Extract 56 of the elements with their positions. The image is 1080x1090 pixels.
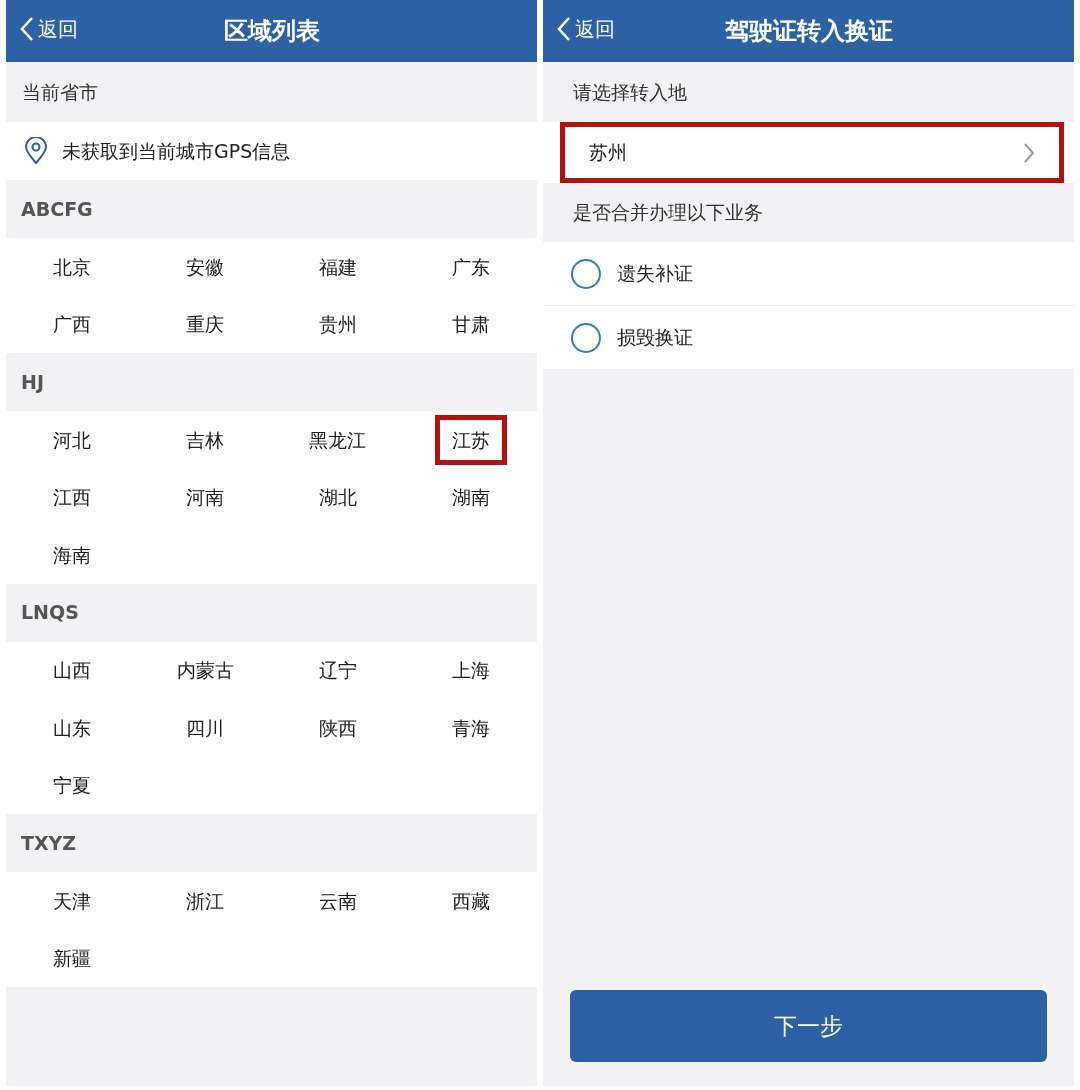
province-item[interactable]: 天津 xyxy=(36,875,109,926)
province-item[interactable]: 上海 xyxy=(434,645,507,696)
province-item[interactable]: 黑龙江 xyxy=(292,414,384,465)
back-chevron-icon xyxy=(20,16,34,42)
next-button[interactable]: 下一步 xyxy=(570,990,1047,1062)
province-item[interactable]: 重庆 xyxy=(169,299,242,350)
group-letters: TXYZ xyxy=(21,830,77,856)
group-letters: ABCFG xyxy=(21,196,93,222)
province-item[interactable]: 广东 xyxy=(434,241,507,292)
province-item[interactable]: 辽宁 xyxy=(301,645,374,696)
province-item[interactable]: 浙江 xyxy=(169,875,242,926)
province-item[interactable]: 山西 xyxy=(36,645,109,696)
section-label: 当前省市 xyxy=(22,79,98,105)
gps-row[interactable]: 未获取到当前城市GPS信息 xyxy=(6,122,537,180)
province-item[interactable]: 北京 xyxy=(36,241,109,292)
province-item[interactable]: 云南 xyxy=(301,875,374,926)
page-title: 驾驶证转入换证 xyxy=(724,16,893,47)
option-row[interactable]: 遗失补证 xyxy=(543,242,1074,306)
group-letters: LNQS xyxy=(21,600,79,626)
province-item[interactable]: 湖南 xyxy=(434,472,507,523)
back-button[interactable]: 返回 xyxy=(20,14,78,44)
province-item[interactable]: 福建 xyxy=(301,241,374,292)
province-item[interactable]: 海南 xyxy=(36,529,109,580)
option-label: 损毁换证 xyxy=(617,325,693,351)
location-pin-icon xyxy=(24,137,48,165)
province-item[interactable]: 青海 xyxy=(434,702,507,753)
radio-button[interactable] xyxy=(571,322,601,353)
destination-select[interactable]: 苏州 xyxy=(560,122,1064,183)
chevron-icon xyxy=(1023,141,1035,164)
province-item[interactable]: 吉林 xyxy=(169,414,242,465)
province-item[interactable]: 安徽 xyxy=(169,241,242,292)
back-chevron-icon xyxy=(557,16,571,42)
radio-button[interactable] xyxy=(571,258,601,289)
section-label: 是否合并办理以下业务 xyxy=(573,200,763,226)
group-letters: HJ xyxy=(21,369,44,395)
province-item[interactable]: 西藏 xyxy=(434,875,507,926)
option-row[interactable]: 损毁换证 xyxy=(543,306,1074,370)
province-item[interactable]: 四川 xyxy=(169,702,242,753)
province-item[interactable]: 甘肃 xyxy=(434,299,507,350)
province-item[interactable]: 湖北 xyxy=(301,472,374,523)
province-item[interactable]: 河北 xyxy=(36,414,109,465)
page-title: 区域列表 xyxy=(223,16,320,47)
gps-status: 未获取到当前城市GPS信息 xyxy=(62,138,291,164)
province-item[interactable]: 江苏 xyxy=(434,414,507,465)
province-item[interactable]: 新疆 xyxy=(36,933,109,984)
province-item[interactable]: 山东 xyxy=(36,702,109,753)
option-label: 遗失补证 xyxy=(617,261,693,287)
province-item[interactable]: 陕西 xyxy=(301,702,374,753)
section-label: 请选择转入地 xyxy=(573,79,687,105)
province-item[interactable]: 贵州 xyxy=(301,299,374,350)
province-item[interactable]: 江西 xyxy=(36,472,109,523)
province-item[interactable]: 宁夏 xyxy=(36,760,109,811)
province-item[interactable]: 广西 xyxy=(36,299,109,350)
province-item[interactable]: 河南 xyxy=(169,472,242,523)
back-button[interactable]: 返回 xyxy=(557,14,615,44)
province-item[interactable]: 内蒙古 xyxy=(159,645,251,696)
